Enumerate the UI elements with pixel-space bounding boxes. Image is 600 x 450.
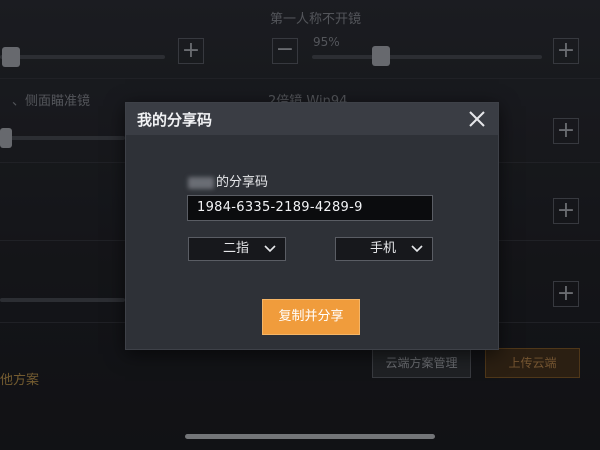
share-code-label-text: 的分享码 (216, 175, 269, 190)
finger-mode-value: 二指 (223, 241, 250, 256)
close-icon[interactable] (466, 108, 488, 130)
copy-and-share-button[interactable]: 复制并分享 (262, 299, 360, 335)
finger-mode-select[interactable]: 二指 (188, 237, 286, 261)
chevron-down-icon (411, 245, 423, 253)
dialog-header: 我的分享码 (126, 103, 498, 135)
blurred-username (188, 176, 214, 189)
share-code-field[interactable]: 1984-6335-2189-4289-9 (187, 195, 433, 221)
share-code-label: 的分享码 (188, 171, 268, 190)
chevron-down-icon (264, 245, 276, 253)
device-value: 手机 (370, 241, 397, 256)
share-code-dialog: 我的分享码 的分享码 1984-6335-2189-4289-9 二指 手机 复… (125, 102, 499, 350)
dialog-title: 我的分享码 (137, 111, 213, 129)
device-select[interactable]: 手机 (335, 237, 433, 261)
